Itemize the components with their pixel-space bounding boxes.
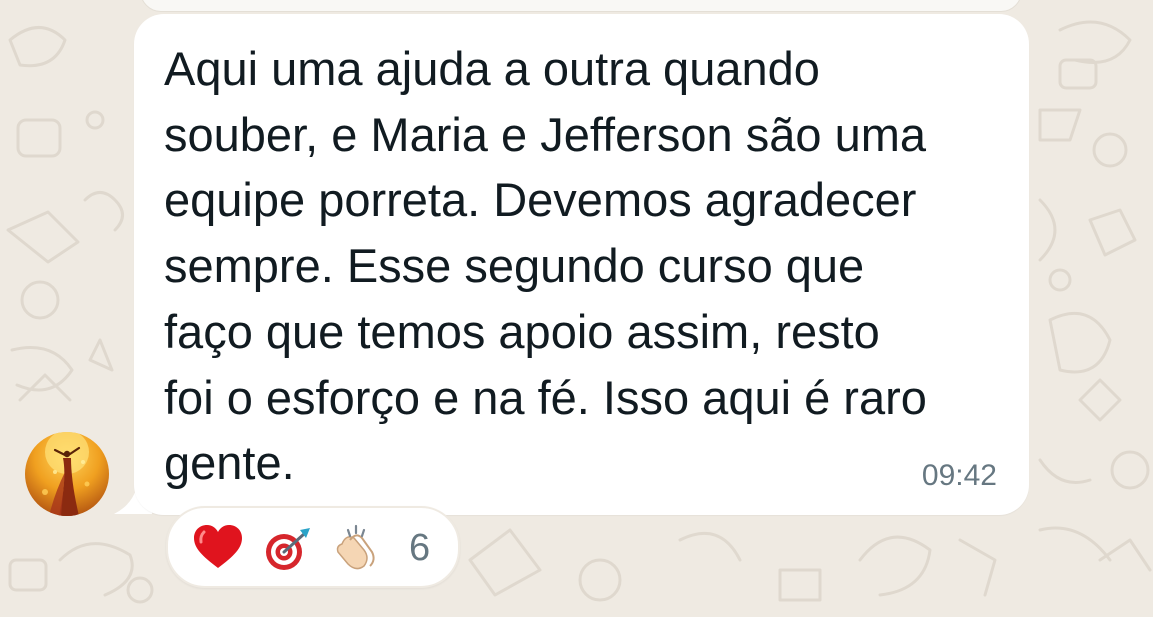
- message-bubble[interactable]: Aqui uma ajuda a outra quando souber, e …: [134, 14, 1029, 515]
- sender-avatar[interactable]: [25, 432, 109, 516]
- previous-message-bubble: [140, 0, 1022, 12]
- avatar-image: [42, 432, 90, 516]
- heart-icon: [194, 525, 242, 568]
- clapping-hands-icon: [336, 524, 375, 570]
- reactions-pill[interactable]: 6: [166, 506, 460, 588]
- message-timestamp: 09:42: [921, 459, 997, 492]
- direct-hit-icon: [266, 528, 310, 570]
- reaction-count: 6: [409, 527, 431, 569]
- message-text: Aqui uma ajuda a outra quando souber, e …: [164, 42, 927, 490]
